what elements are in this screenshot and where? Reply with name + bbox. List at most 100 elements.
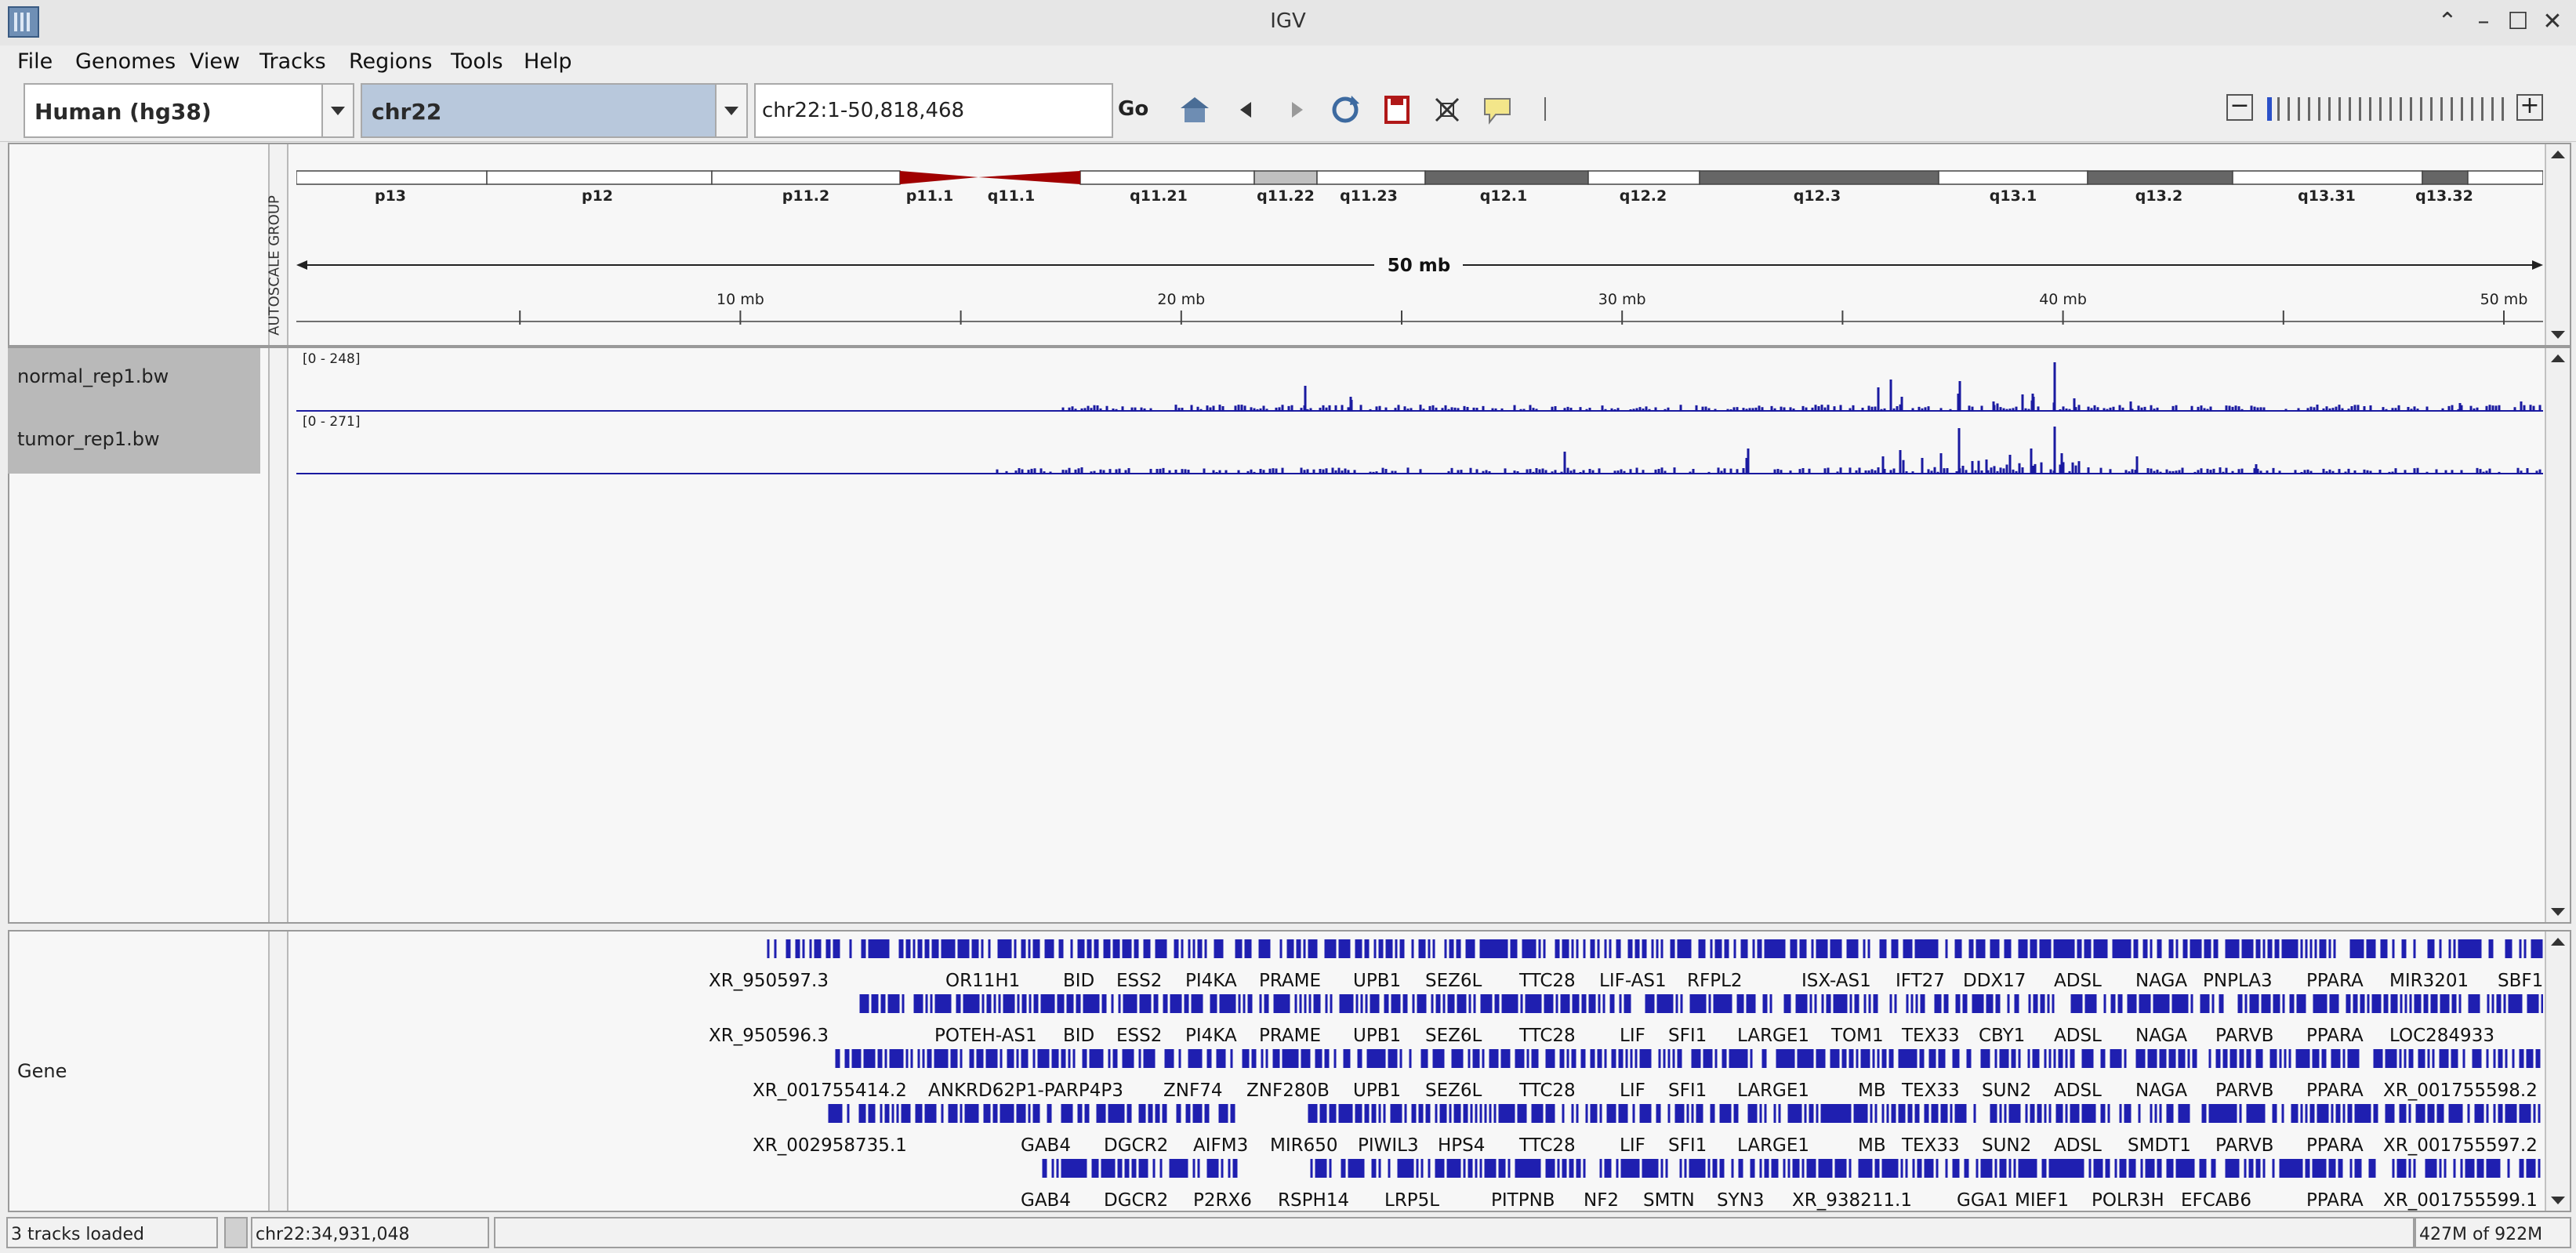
ideogram-band[interactable] [2087,170,2233,185]
gene-label[interactable]: MB [1858,1080,1886,1101]
forward-arrow-icon[interactable] [1279,93,1314,127]
gene-label[interactable]: SFI1 [1668,1026,1707,1046]
ideogram-band[interactable] [2467,170,2543,185]
gene-label[interactable]: SUN2 [1982,1135,2031,1156]
gene-label[interactable]: LARGE1 [1737,1135,1809,1156]
gene-label[interactable]: TEX33 [1902,1080,1960,1101]
ideogram-band[interactable] [2232,170,2423,185]
gene-label[interactable]: LARGE1 [1737,1080,1809,1101]
chromosome-select[interactable]: chr22 [361,83,748,138]
gene-label[interactable]: XR_938211.1 [1792,1190,1912,1211]
ideogram-band[interactable] [1079,170,1255,185]
menu-genomes[interactable]: Genomes [75,49,176,74]
gene-label[interactable]: RFPL2 [1687,971,1743,991]
go-button[interactable]: Go [1118,97,1148,121]
gene-label[interactable]: ADSL [2054,1080,2102,1101]
ideogram-band[interactable] [1316,170,1426,185]
gene-label[interactable]: DDX17 [1963,971,2026,991]
zoom-tick[interactable] [2502,97,2504,121]
gene-label[interactable]: TTC28 [1519,971,1576,991]
gene-label[interactable]: XR_950596.3 [709,1026,829,1046]
gene-label[interactable]: ANKRD62P1-PARP4P3 [928,1080,1123,1101]
zoom-in-icon[interactable]: + [2516,94,2543,121]
gene-label[interactable]: NAGA [2135,1080,2187,1101]
zoom-tick[interactable] [2318,97,2320,121]
gene-label[interactable]: PPARA [2306,1190,2364,1211]
gene-label[interactable]: PARVB [2215,1080,2273,1101]
menu-help[interactable]: Help [524,49,572,74]
gene-label[interactable]: CBY1 [1979,1026,2025,1046]
locus-search-input[interactable]: chr22:1-50,818,468 [754,83,1113,138]
gene-label[interactable]: PPARA [2306,1080,2364,1101]
gene-label[interactable]: UPB1 [1353,1026,1401,1046]
gene-label[interactable]: BID [1063,1026,1094,1046]
gene-label[interactable]: LARGE1 [1737,1026,1809,1046]
ideogram-band[interactable] [1254,170,1318,185]
gene-label[interactable]: LIF [1620,1080,1645,1101]
zoom-tick[interactable] [2267,97,2272,121]
gene-label[interactable]: PRAME [1259,1026,1321,1046]
gene-label[interactable]: LOC284933 [2389,1026,2494,1046]
menu-view[interactable]: View [190,49,240,74]
gene-label[interactable]: TOM1 [1831,1026,1884,1046]
gene-label[interactable]: PPARA [2306,1026,2364,1046]
gene-label[interactable]: PPARA [2306,1135,2364,1156]
gene-label[interactable]: SUN2 [1982,1080,2031,1101]
gene-label[interactable]: DGCR2 [1104,1190,1168,1211]
zoom-tick[interactable] [2298,97,2300,121]
gene-label[interactable]: LIF [1620,1026,1645,1046]
zoom-tick[interactable] [2400,97,2402,121]
gene-track-name[interactable]: Gene [17,1060,67,1082]
refresh-icon[interactable] [1328,93,1362,127]
zoom-tick[interactable] [2359,97,2361,121]
gene-label[interactable]: PIWIL3 [1358,1135,1419,1156]
ideogram-band[interactable] [1699,170,1939,185]
track-name-tumor[interactable]: tumor_rep1.bw [8,411,260,474]
gene-label[interactable]: LIF-AS1 [1599,971,1667,991]
gene-label[interactable]: XR_001755599.1 [2383,1190,2538,1211]
ideogram-band[interactable] [711,170,901,185]
gene-label[interactable]: ADSL [2054,971,2102,991]
gene-label[interactable]: TTC28 [1519,1026,1576,1046]
gene-label[interactable]: DGCR2 [1104,1135,1168,1156]
gene-label[interactable]: SFI1 [1668,1080,1707,1101]
gene-label[interactable]: SEZ6L [1425,1080,1482,1101]
zoom-tick[interactable] [2410,97,2412,121]
gene-label[interactable]: UPB1 [1353,971,1401,991]
zoom-tick[interactable] [2349,97,2351,121]
gene-label[interactable]: BID [1063,971,1094,991]
gene-label[interactable]: ESS2 [1116,1026,1162,1046]
header-scrollbar[interactable] [2545,144,2570,345]
close-icon[interactable]: ✕ [2537,6,2568,38]
track-name-normal[interactable]: normal_rep1.bw [8,348,260,411]
ideogram-band[interactable] [1424,170,1589,185]
ideogram-ruler-panel[interactable]: p13 p12 p11.2 p11.1 q11.1 q11.21 q11.22 q11.23 q… [296,146,2543,343]
gene-label[interactable]: POLR3H [2092,1190,2164,1211]
gene-label[interactable]: XR_001755414.2 [753,1080,907,1101]
ideogram-band[interactable] [486,170,713,185]
gene-label[interactable]: XR_001755597.2 [2383,1135,2538,1156]
window-menu-chevron-icon[interactable]: ⌃ [2432,6,2463,38]
gene-label[interactable]: TEX33 [1902,1135,1960,1156]
gene-label[interactable]: ESS2 [1116,971,1162,991]
gene-label[interactable]: NAGA [2135,1026,2187,1046]
gene-label[interactable]: MIR650 [1270,1135,1338,1156]
zoom-tick[interactable] [2328,97,2331,121]
gene-label[interactable]: AIFM3 [1193,1135,1248,1156]
gene-label[interactable]: NAGA [2135,971,2187,991]
zoom-tick[interactable] [2338,97,2341,121]
gene-label[interactable]: PI4KA [1185,971,1237,991]
gene-label[interactable]: XR_950597.3 [709,971,829,991]
zoom-tick[interactable] [2369,97,2371,121]
gene-label[interactable]: TTC28 [1519,1135,1576,1156]
gene-label[interactable]: SBF1 [2498,971,2543,991]
gene-label[interactable]: SMTN [1643,1190,1695,1211]
zoom-tick[interactable] [2420,97,2422,121]
home-icon[interactable] [1177,93,1212,127]
zoom-out-icon[interactable]: − [2226,94,2253,121]
feature-panel-scrollbar[interactable] [2545,932,2570,1211]
gene-label[interactable]: LRP5L [1384,1190,1439,1211]
gene-label[interactable]: TEX33 [1902,1026,1960,1046]
gene-label[interactable]: PRAME [1259,971,1321,991]
ideogram-band[interactable] [2422,170,2469,185]
